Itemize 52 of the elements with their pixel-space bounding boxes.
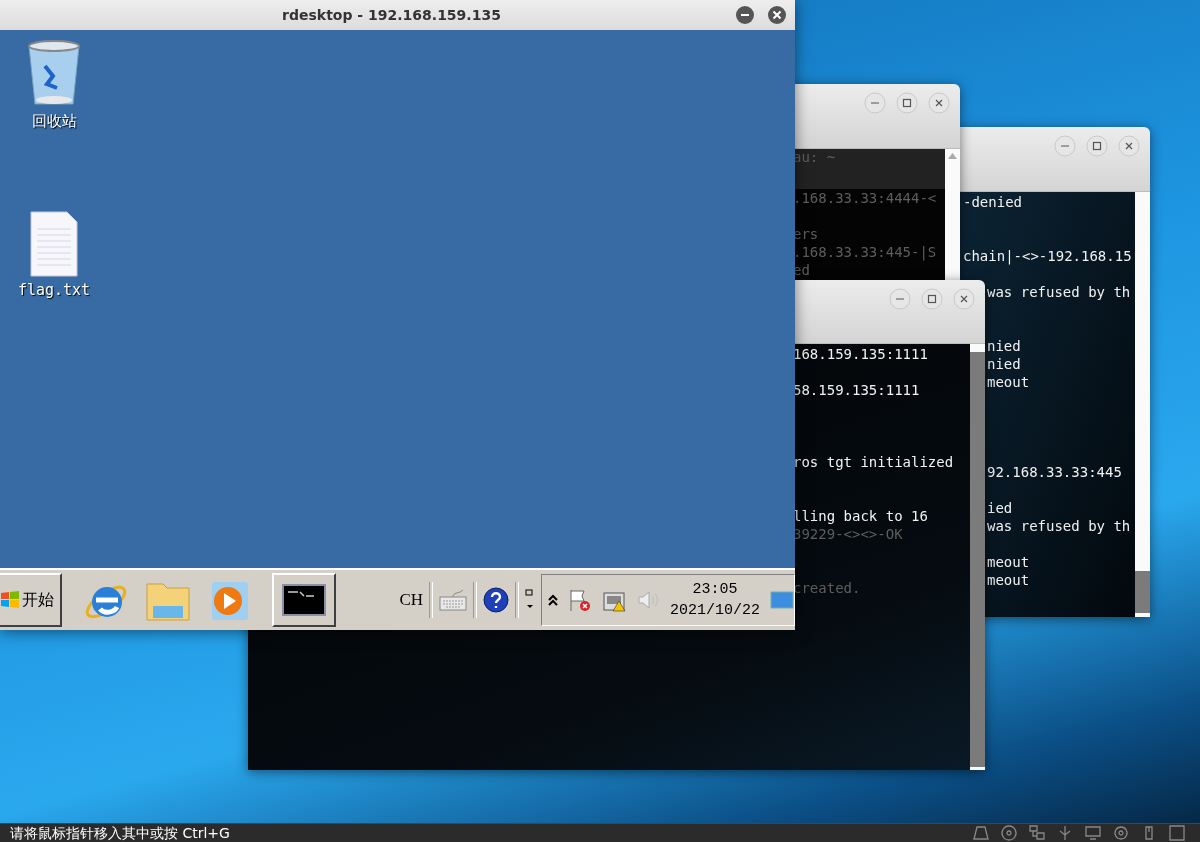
window-icon[interactable] bbox=[1168, 825, 1186, 841]
desktop-icon-label: 回收站 bbox=[31, 112, 77, 131]
terminal-line: 39229-<><>-OK bbox=[793, 526, 903, 542]
terminal-line: .168.33.33:4444-< bbox=[793, 190, 937, 206]
start-button[interactable]: 开始 bbox=[0, 573, 62, 627]
language-indicator[interactable]: CH bbox=[399, 590, 423, 610]
terminal-line: 58.159.135:1111 bbox=[793, 382, 920, 398]
windows-logo-icon bbox=[0, 590, 20, 610]
terminal-line: meout bbox=[987, 554, 1030, 570]
close-button[interactable] bbox=[767, 5, 787, 25]
flag-error-icon[interactable] bbox=[568, 588, 592, 612]
show-desktop-icon[interactable] bbox=[770, 590, 794, 610]
terminal-line: was refused by th bbox=[987, 284, 1131, 300]
display-icon[interactable] bbox=[1084, 825, 1102, 841]
chevron-up-icon[interactable] bbox=[548, 594, 558, 606]
close-button[interactable] bbox=[1118, 135, 1140, 157]
terminal-line: nied bbox=[987, 338, 1021, 354]
maximize-button[interactable] bbox=[896, 92, 918, 114]
terminal-line: lling back to 16 bbox=[793, 508, 928, 524]
maximize-button[interactable] bbox=[921, 288, 943, 310]
terminal-line: 92.168.33.33:445 bbox=[987, 464, 1122, 480]
terminal-line: 168.159.135:1111 bbox=[793, 346, 928, 362]
terminal-line: .168.33.33:445-|S bbox=[793, 244, 937, 260]
scrollbar[interactable] bbox=[945, 149, 960, 280]
scrollbar[interactable] bbox=[970, 344, 985, 770]
network-icon[interactable] bbox=[1028, 825, 1046, 841]
command-prompt-icon bbox=[282, 584, 326, 616]
close-button[interactable] bbox=[928, 92, 950, 114]
scroll-up-arrow-icon[interactable] bbox=[948, 153, 957, 159]
clock-date: 2021/10/22 bbox=[670, 601, 760, 621]
terminal-line: was refused by th bbox=[987, 518, 1131, 534]
terminal-line: -denied bbox=[963, 194, 1022, 210]
clock-time: 23:05 bbox=[692, 580, 738, 600]
terminal-line: chain|-<>-192.168.15 bbox=[963, 248, 1132, 264]
status-text: 请将鼠标指针移入其中或按 Ctrl+G bbox=[10, 824, 230, 842]
terminal-line: meout bbox=[987, 572, 1030, 588]
record-icon[interactable] bbox=[1112, 825, 1130, 841]
minimize-button[interactable] bbox=[735, 5, 755, 25]
window-title: rdesktop - 192.168.159.135 bbox=[281, 7, 502, 23]
command-prompt-button[interactable] bbox=[272, 573, 336, 627]
scrollbar[interactable] bbox=[1135, 192, 1150, 617]
terminal-line: nied bbox=[987, 356, 1021, 372]
help-icon[interactable] bbox=[483, 587, 509, 613]
terminal-line: ros tgt initialized bbox=[793, 454, 954, 470]
terminal-line: created. bbox=[793, 580, 861, 596]
terminal-line: ied bbox=[987, 500, 1013, 516]
close-button[interactable] bbox=[953, 288, 975, 310]
text-file-icon[interactable] bbox=[29, 211, 79, 277]
desktop-icon-label: flag.txt bbox=[17, 281, 91, 299]
terminal-line: meout bbox=[987, 374, 1030, 390]
recycle-bin-icon[interactable] bbox=[25, 38, 83, 108]
maximize-button[interactable] bbox=[1086, 135, 1108, 157]
